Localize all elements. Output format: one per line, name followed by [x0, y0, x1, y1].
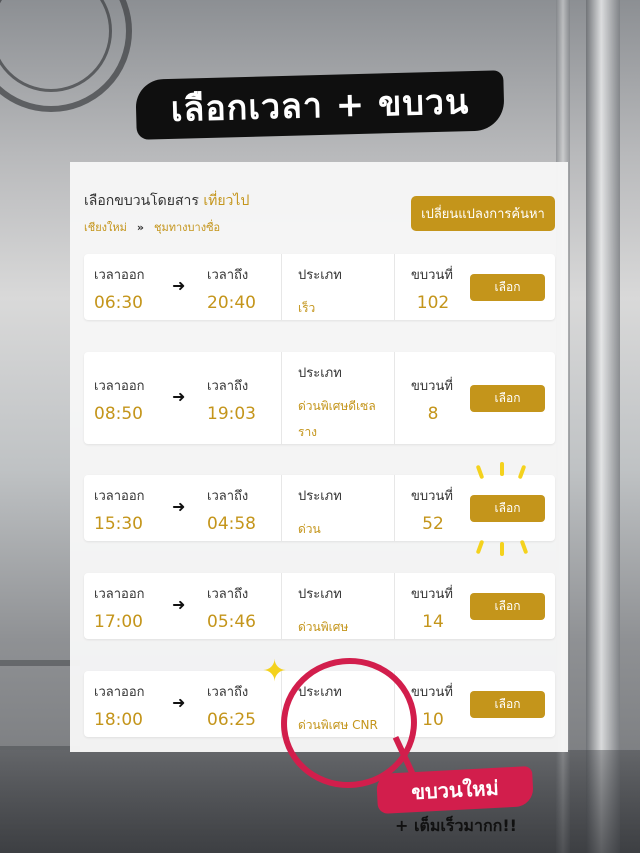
arrive-column: เวลาถึง 19:03 [207, 375, 256, 424]
search-summary: เลือกขบวนโดยสาร เที่ยวไป [84, 190, 249, 212]
arrow-right-icon: ➜ [172, 595, 186, 614]
type-label: ประเภท [298, 587, 342, 602]
train-number: 102 [416, 293, 450, 313]
depart-column: เวลาออก 06:30 [94, 264, 145, 313]
type-column: ประเภท ด่วนพิเศษ [298, 583, 388, 640]
destination-station: ชุมทางบางซื่อ [154, 221, 221, 234]
train-number-column: ขบวนที่ 10 [411, 681, 455, 730]
column-divider [281, 352, 282, 444]
background-pole [586, 0, 620, 853]
depart-time: 08:50 [94, 404, 143, 424]
arrive-label: เวลาถึง [207, 489, 249, 504]
change-search-button[interactable]: เปลี่ยนแปลงการค้นหา [411, 196, 555, 231]
depart-label: เวลาออก [94, 489, 145, 504]
arrive-label: เวลาถึง [207, 587, 249, 602]
depart-label: เวลาออก [94, 685, 145, 700]
column-divider [394, 352, 395, 444]
train-number-label: ขบวนที่ [411, 489, 453, 504]
depart-time: 15:30 [94, 514, 143, 534]
column-divider [281, 573, 282, 639]
arrive-label: เวลาถึง [207, 379, 249, 394]
select-train-button[interactable]: เลือก [470, 273, 545, 301]
arrow-right-icon: ➜ [172, 693, 186, 712]
new-train-badge-label: ขบวนใหม่ [410, 775, 500, 805]
train-number-column: ขบวนที่ 52 [411, 485, 455, 534]
column-divider [394, 573, 395, 639]
background-fan [0, 0, 132, 112]
depart-column: เวลาออก 15:30 [94, 485, 145, 534]
train-number: 14 [422, 612, 444, 632]
new-train-badge: ขบวนใหม่ [376, 765, 534, 815]
select-train-button[interactable]: เลือก [470, 494, 545, 522]
train-number: 10 [422, 710, 444, 730]
depart-label: เวลาออก [94, 379, 145, 394]
column-divider [281, 475, 282, 541]
column-divider [394, 254, 395, 320]
arrive-column: เวลาถึง 04:58 [207, 485, 256, 534]
burst-ray [500, 462, 504, 476]
arrow-right-icon: ➜ [172, 497, 186, 516]
sparkle-icon: ✦ [262, 654, 288, 689]
type-column: ประเภท เร็ว [298, 264, 388, 321]
route-arrow-icon: » [136, 221, 145, 234]
train-number-label: ขบวนที่ [411, 379, 453, 394]
type-column: ประเภท ด่วน [298, 485, 388, 542]
depart-time: 06:30 [94, 293, 143, 313]
search-heading: เลือกขบวนโดยสาร [84, 193, 199, 209]
train-type: เร็ว [298, 301, 316, 315]
train-type: ด่วน [298, 522, 321, 536]
train-number: 52 [422, 514, 444, 534]
arrive-label: เวลาถึง [207, 685, 249, 700]
depart-column: เวลาออก 08:50 [94, 375, 145, 424]
type-column: ประเภท ด่วนพิเศษดีเซลราง [298, 362, 388, 445]
train-row: เวลาออก 08:50 ➜ เวลาถึง 19:03 ประเภท ด่ว… [84, 352, 555, 444]
origin-station: เชียงใหม่ [84, 221, 127, 234]
select-train-button[interactable]: เลือก [470, 592, 545, 620]
fast-note: + เต็มเร็วมากก!! [395, 816, 517, 835]
train-number-column: ขบวนที่ 8 [411, 375, 455, 424]
train-type: ด่วนพิเศษดีเซลราง [298, 399, 376, 439]
type-label: ประเภท [298, 268, 342, 283]
select-train-button[interactable]: เลือก [470, 384, 545, 412]
arrive-time: 04:58 [207, 514, 256, 534]
arrive-time: 06:25 [207, 710, 256, 730]
arrive-time: 19:03 [207, 404, 256, 424]
depart-label: เวลาออก [94, 587, 145, 602]
arrive-label: เวลาถึง [207, 268, 249, 283]
train-number-label: ขบวนที่ [411, 685, 453, 700]
depart-column: เวลาออก 17:00 [94, 583, 145, 632]
train-number-column: ขบวนที่ 14 [411, 583, 455, 632]
arrive-column: เวลาถึง 20:40 [207, 264, 256, 313]
train-number: 8 [427, 404, 439, 424]
depart-time: 17:00 [94, 612, 143, 632]
arrive-column: เวลาถึง 06:25 [207, 681, 256, 730]
background-luggage-rack [0, 660, 80, 750]
arrive-column: เวลาถึง 05:46 [207, 583, 256, 632]
depart-time: 18:00 [94, 710, 143, 730]
depart-column: เวลาออก 18:00 [94, 681, 145, 730]
arrow-right-icon: ➜ [172, 276, 186, 295]
route-line: เชียงใหม่ » ชุมทางบางซื่อ [84, 218, 220, 236]
train-number-column: ขบวนที่ 102 [411, 264, 455, 313]
title-banner: เลือกเวลา + ขบวน [135, 70, 505, 140]
train-row: เวลาออก 17:00 ➜ เวลาถึง 05:46 ประเภท ด่ว… [84, 573, 555, 639]
type-label: ประเภท [298, 489, 342, 504]
type-label: ประเภท [298, 366, 342, 381]
train-row: เวลาออก 15:30 ➜ เวลาถึง 04:58 ประเภท ด่ว… [84, 475, 555, 541]
depart-label: เวลาออก [94, 268, 145, 283]
column-divider [394, 475, 395, 541]
page-title: เลือกเวลา + ขบวน [170, 82, 470, 130]
train-number-label: ขบวนที่ [411, 587, 453, 602]
column-divider [281, 254, 282, 320]
arrive-time: 05:46 [207, 612, 256, 632]
train-row: เวลาออก 06:30 ➜ เวลาถึง 20:40 ประเภท เร็… [84, 254, 555, 320]
train-type: ด่วนพิเศษ [298, 620, 349, 634]
train-number-label: ขบวนที่ [411, 268, 453, 283]
trip-type: เที่ยวไป [203, 193, 250, 209]
select-train-button[interactable]: เลือก [470, 690, 545, 718]
arrive-time: 20:40 [207, 293, 256, 313]
arrow-right-icon: ➜ [172, 387, 186, 406]
burst-ray [500, 542, 504, 556]
